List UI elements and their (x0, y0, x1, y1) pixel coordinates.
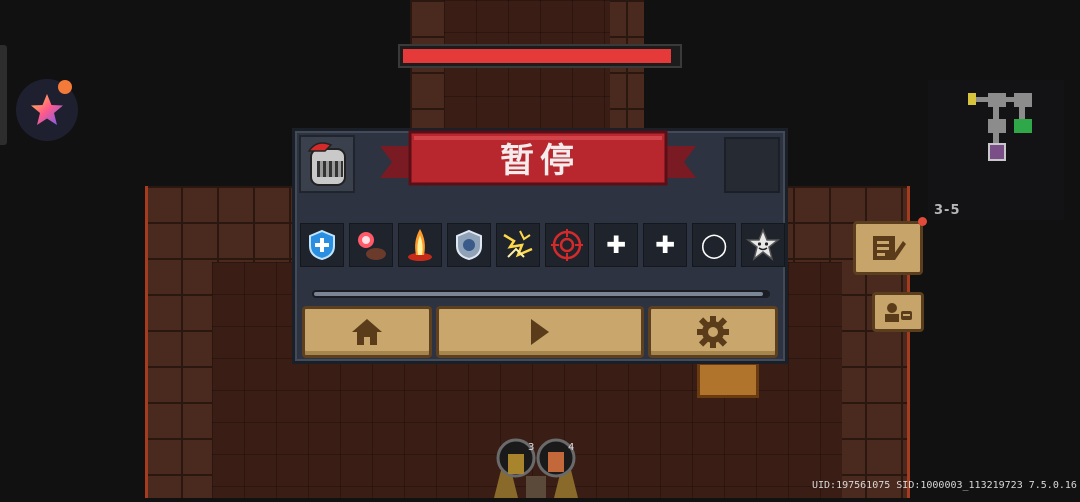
star-face-buff-icon[interactable] (741, 223, 785, 267)
knight-helmet-icon (307, 142, 346, 186)
wall-edge (145, 186, 148, 498)
star-icon (31, 94, 63, 125)
minimap-room (1014, 93, 1032, 107)
notification-dot (58, 80, 72, 94)
minimap[interactable] (928, 80, 1064, 220)
level-progress-bar (312, 290, 770, 298)
minimap-room (988, 119, 1006, 133)
gear-icon (697, 316, 729, 348)
pause-title: 暂停 (500, 140, 580, 181)
hero-right-count: 4 (568, 442, 575, 453)
player-character: 3 4 (488, 430, 584, 498)
hero-left-count: 3 (528, 442, 535, 453)
minimap-current-room (988, 143, 1006, 161)
character-portrait (299, 135, 355, 193)
boss-health-bar (398, 44, 682, 68)
notes-button[interactable] (853, 221, 923, 275)
play-icon (531, 319, 549, 345)
uid-info: UID:197561075 SID:1000003_113219723 7.5.… (812, 480, 1077, 491)
profile-card-button[interactable] (872, 292, 924, 332)
empty-slot (724, 137, 780, 193)
red-orb-buff-icon[interactable] (349, 223, 393, 267)
ring-buff-icon[interactable]: ◯ (692, 223, 736, 267)
silver-shield-buff-icon[interactable] (447, 223, 491, 267)
minimap-exit-room (1014, 119, 1032, 133)
minimap-room (988, 93, 1006, 107)
notes-notification-dot (918, 217, 927, 226)
red-target-buff-icon[interactable] (545, 223, 589, 267)
id-card-icon (885, 303, 912, 322)
fire-pillar-buff-icon[interactable] (398, 223, 442, 267)
side-drawer-handle[interactable] (0, 45, 7, 145)
edit-note-icon (873, 236, 906, 260)
level-label: 3-5 (934, 203, 961, 218)
minimap-corridor (1019, 107, 1025, 119)
minimap-alert-icon (968, 93, 976, 105)
minimap-corridor (993, 107, 999, 119)
home-button[interactable] (302, 306, 432, 358)
settings-button[interactable] (648, 306, 778, 358)
boss-health-fill (403, 49, 672, 63)
lightning-buff-icon[interactable] (496, 223, 540, 267)
minimap-corridor (1006, 97, 1014, 102)
plus-buff-icon[interactable]: ✚ (643, 223, 687, 267)
buff-list: ✚ ✚ ◯ (300, 223, 785, 267)
level-progress-fill (314, 292, 764, 296)
treasure-chest[interactable] (697, 362, 759, 398)
blue-shield-buff-icon[interactable] (300, 223, 344, 267)
plus-buff-icon[interactable]: ✚ (594, 223, 638, 267)
home-icon (352, 319, 382, 345)
minimap-corridor (993, 133, 999, 143)
resume-button[interactable] (436, 306, 644, 358)
